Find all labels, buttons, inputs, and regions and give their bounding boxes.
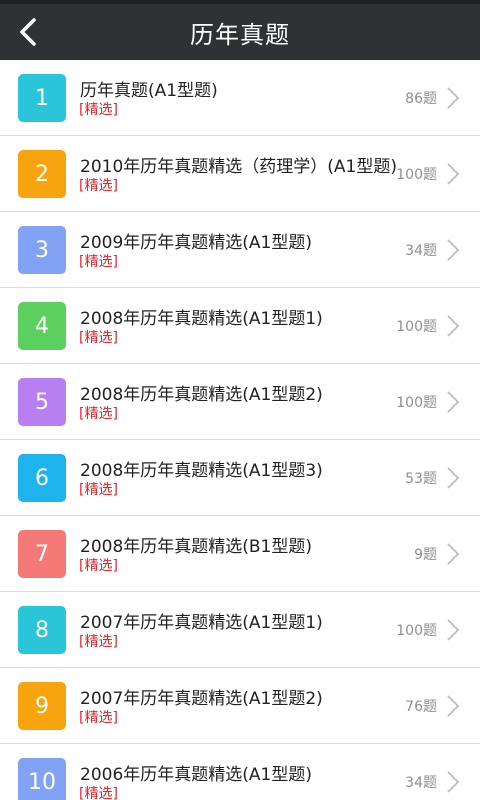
question-count: 53题 xyxy=(405,468,437,488)
number-badge: 8 xyxy=(18,606,66,654)
featured-tag: [精选] xyxy=(79,786,118,800)
featured-tag: [精选] xyxy=(79,330,118,346)
list-item[interactable]: 10 2006年历年真题精选(A1型题) [精选] 34题 xyxy=(0,744,480,800)
number-badge: 9 xyxy=(18,682,66,730)
list-item[interactable]: 3 2009年历年真题精选(A1型题) [精选] 34题 xyxy=(0,212,480,288)
chevron-left-icon xyxy=(20,18,36,46)
featured-tag: [精选] xyxy=(79,634,118,650)
item-title: 2007年历年真题精选(A1型题1) xyxy=(80,613,323,633)
item-title: 2006年历年真题精选(A1型题) xyxy=(80,765,312,785)
chevron-right-icon xyxy=(447,619,460,641)
chevron-right-icon xyxy=(447,771,460,793)
item-title: 2008年历年真题精选(B1型题) xyxy=(80,537,313,557)
list-item[interactable]: 7 2008年历年真题精选(B1型题) [精选] 9题 xyxy=(0,516,480,592)
number-badge: 6 xyxy=(18,454,66,502)
chevron-right-icon xyxy=(447,239,460,261)
list-item[interactable]: 2 2010年历年真题精选（药理学）(A1型题) [精选] 100题 xyxy=(0,136,480,212)
featured-tag: [精选] xyxy=(79,178,118,194)
question-count: 100题 xyxy=(396,316,437,336)
back-button[interactable] xyxy=(8,12,48,52)
question-count: 86题 xyxy=(405,88,437,108)
featured-tag: [精选] xyxy=(79,482,118,498)
question-count: 100题 xyxy=(396,164,437,184)
item-title: 2008年历年真题精选(A1型题3) xyxy=(80,461,323,481)
number-badge: 10 xyxy=(18,758,66,800)
item-title: 历年真题(A1型题) xyxy=(80,81,218,101)
item-title: 2008年历年真题精选(A1型题1) xyxy=(80,309,323,329)
exam-list: 1 历年真题(A1型题) [精选] 86题 2 2010年历年真题精选（药理学）(A1型题… xyxy=(0,60,480,800)
chevron-right-icon xyxy=(447,391,460,413)
item-title: 2009年历年真题精选(A1型题) xyxy=(80,233,312,253)
question-count: 100题 xyxy=(396,392,437,412)
featured-tag: [精选] xyxy=(79,254,118,270)
list-item[interactable]: 1 历年真题(A1型题) [精选] 86题 xyxy=(0,60,480,136)
page-title: 历年真题 xyxy=(190,20,290,49)
number-badge: 2 xyxy=(18,150,66,198)
chevron-right-icon xyxy=(447,87,460,109)
question-count: 34题 xyxy=(405,240,437,260)
number-badge: 1 xyxy=(18,74,66,122)
number-badge: 5 xyxy=(18,378,66,426)
featured-tag: [精选] xyxy=(79,558,118,574)
chevron-right-icon xyxy=(447,467,460,489)
number-badge: 4 xyxy=(18,302,66,350)
question-count: 9题 xyxy=(414,544,437,564)
featured-tag: [精选] xyxy=(79,102,118,118)
list-item[interactable]: 4 2008年历年真题精选(A1型题1) [精选] 100题 xyxy=(0,288,480,364)
app-header: 历年真题 xyxy=(0,4,480,60)
list-item[interactable]: 5 2008年历年真题精选(A1型题2) [精选] 100题 xyxy=(0,364,480,440)
chevron-right-icon xyxy=(447,163,460,185)
featured-tag: [精选] xyxy=(79,710,118,726)
chevron-right-icon xyxy=(447,315,460,337)
featured-tag: [精选] xyxy=(79,406,118,422)
list-item[interactable]: 6 2008年历年真题精选(A1型题3) [精选] 53题 xyxy=(0,440,480,516)
question-count: 34题 xyxy=(405,772,437,792)
item-title: 2010年历年真题精选（药理学）(A1型题) xyxy=(80,157,397,177)
list-item[interactable]: 9 2007年历年真题精选(A1型题2) [精选] 76题 xyxy=(0,668,480,744)
chevron-right-icon xyxy=(447,695,460,717)
question-count: 76题 xyxy=(405,696,437,716)
number-badge: 3 xyxy=(18,226,66,274)
number-badge: 7 xyxy=(18,530,66,578)
item-title: 2008年历年真题精选(A1型题2) xyxy=(80,385,323,405)
question-count: 100题 xyxy=(396,620,437,640)
chevron-right-icon xyxy=(447,543,460,565)
item-title: 2007年历年真题精选(A1型题2) xyxy=(80,689,323,709)
list-item[interactable]: 8 2007年历年真题精选(A1型题1) [精选] 100题 xyxy=(0,592,480,668)
